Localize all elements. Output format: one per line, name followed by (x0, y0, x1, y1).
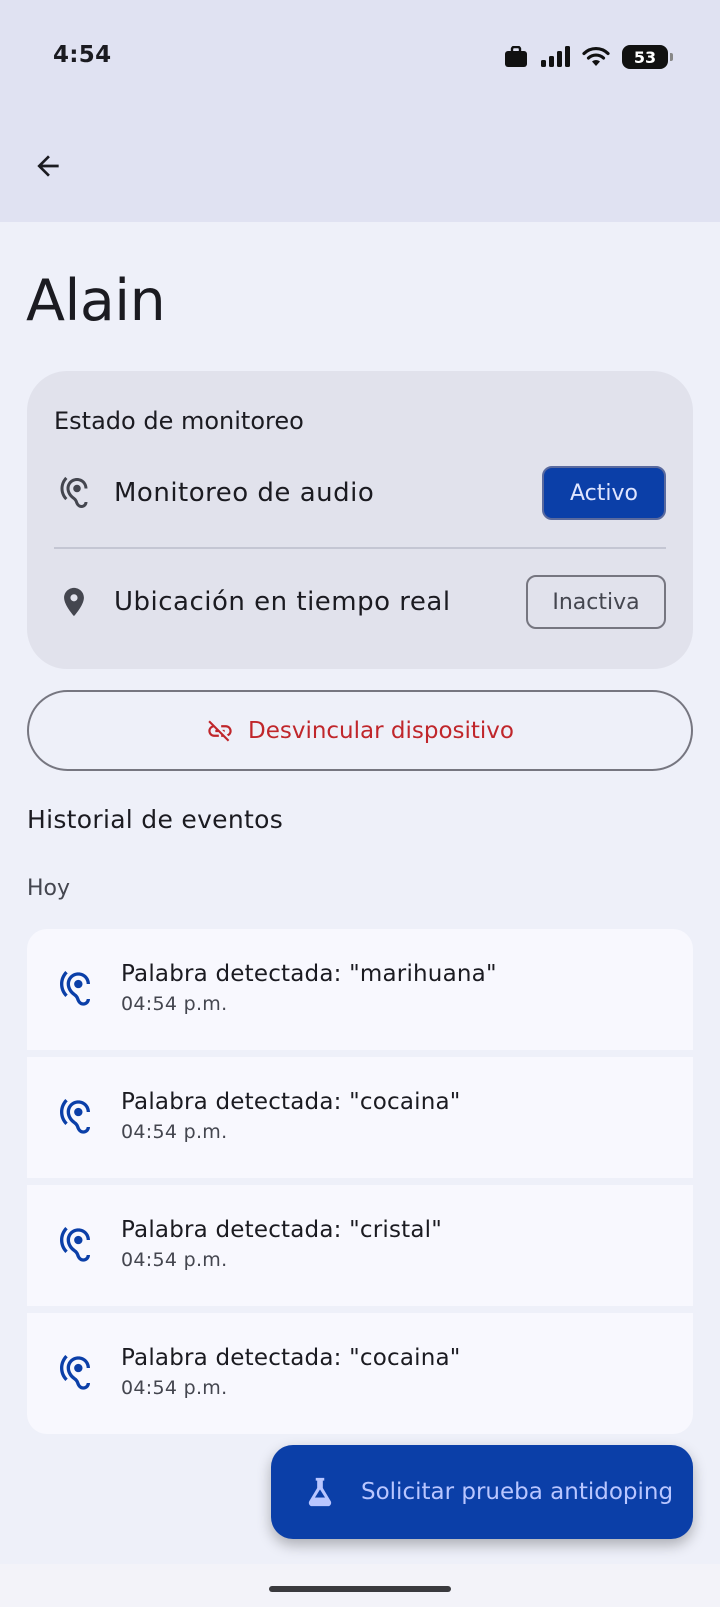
history-title: Historial de eventos (27, 805, 284, 834)
hearing-icon (60, 1355, 90, 1390)
event-title: Palabra detectada: "cocaina" (121, 1345, 461, 1371)
unlink-device-button[interactable]: Desvincular dispositivo (27, 690, 693, 771)
event-text: Palabra detectada: "cocaina" 04:54 p.m. (121, 1089, 461, 1143)
event-time: 04:54 p.m. (121, 1121, 228, 1143)
link-off-icon (208, 720, 232, 741)
battery-level: 53 (633, 47, 657, 67)
audio-status-chip[interactable]: Activo (542, 466, 666, 520)
event-item[interactable]: Palabra detectada: "cocaina" 04:54 p.m. (27, 1313, 693, 1434)
location-row: Ubicación en tiempo real Inactiva (54, 572, 666, 632)
flask-icon (308, 1477, 332, 1507)
request-drug-test-fab[interactable]: Solicitar prueba antidoping (271, 1445, 693, 1539)
work-profile-icon (505, 46, 527, 67)
hearing-icon (60, 1227, 90, 1262)
event-item[interactable]: Palabra detectada: "marihuana" 04:54 p.m… (27, 929, 693, 1050)
day-label: Hoy (27, 876, 71, 901)
event-text: Palabra detectada: "cristal" 04:54 p.m. (121, 1217, 442, 1271)
event-title: Palabra detectada: "marihuana" (121, 961, 497, 987)
unlink-device-label: Desvincular dispositivo (247, 717, 514, 744)
location-label: Ubicación en tiempo real (114, 587, 451, 617)
page-title: Alain (26, 268, 166, 334)
battery-icon: 53 (622, 45, 673, 69)
status-icons: 53 (504, 42, 673, 72)
event-item[interactable]: Palabra detectada: "cristal" 04:54 p.m. (27, 1185, 693, 1306)
status-time: 4:54 (53, 42, 112, 68)
arrow-back-icon (37, 155, 59, 177)
audio-monitoring-label: Monitoreo de audio (114, 478, 375, 508)
monitoring-status-card: Estado de monitoreo Monitoreo de audio A… (27, 371, 693, 669)
event-item[interactable]: Palabra detectada: "cocaina" 04:54 p.m. (27, 1057, 693, 1178)
signal-icon (541, 46, 570, 67)
event-text: Palabra detectada: "marihuana" 04:54 p.m… (121, 961, 497, 1015)
event-title: Palabra detectada: "cocaina" (121, 1089, 461, 1115)
location-status-chip[interactable]: Inactiva (526, 575, 666, 629)
fab-label: Solicitar prueba antidoping (361, 1479, 674, 1505)
event-title: Palabra detectada: "cristal" (121, 1217, 443, 1243)
monitoring-card-title: Estado de monitoreo (54, 407, 304, 435)
screen: 4:54 53 Alain Estado de monitoreo Monito… (0, 0, 720, 1607)
divider (54, 547, 666, 549)
wifi-icon (582, 46, 610, 66)
hearing-icon (60, 1099, 90, 1134)
back-button[interactable] (24, 142, 72, 190)
event-time: 04:54 p.m. (121, 993, 228, 1015)
hearing-icon (54, 473, 94, 513)
event-time: 04:54 p.m. (121, 1377, 228, 1399)
event-time: 04:54 p.m. (121, 1249, 228, 1271)
home-indicator[interactable] (269, 1586, 451, 1592)
hearing-icon (60, 971, 90, 1006)
location-pin-icon (54, 582, 94, 622)
event-text: Palabra detectada: "cocaina" 04:54 p.m. (121, 1345, 461, 1399)
top-app-bar: 4:54 53 (0, 0, 720, 222)
audio-monitoring-row: Monitoreo de audio Activo (54, 463, 666, 523)
event-list: Palabra detectada: "marihuana" 04:54 p.m… (27, 929, 693, 1434)
